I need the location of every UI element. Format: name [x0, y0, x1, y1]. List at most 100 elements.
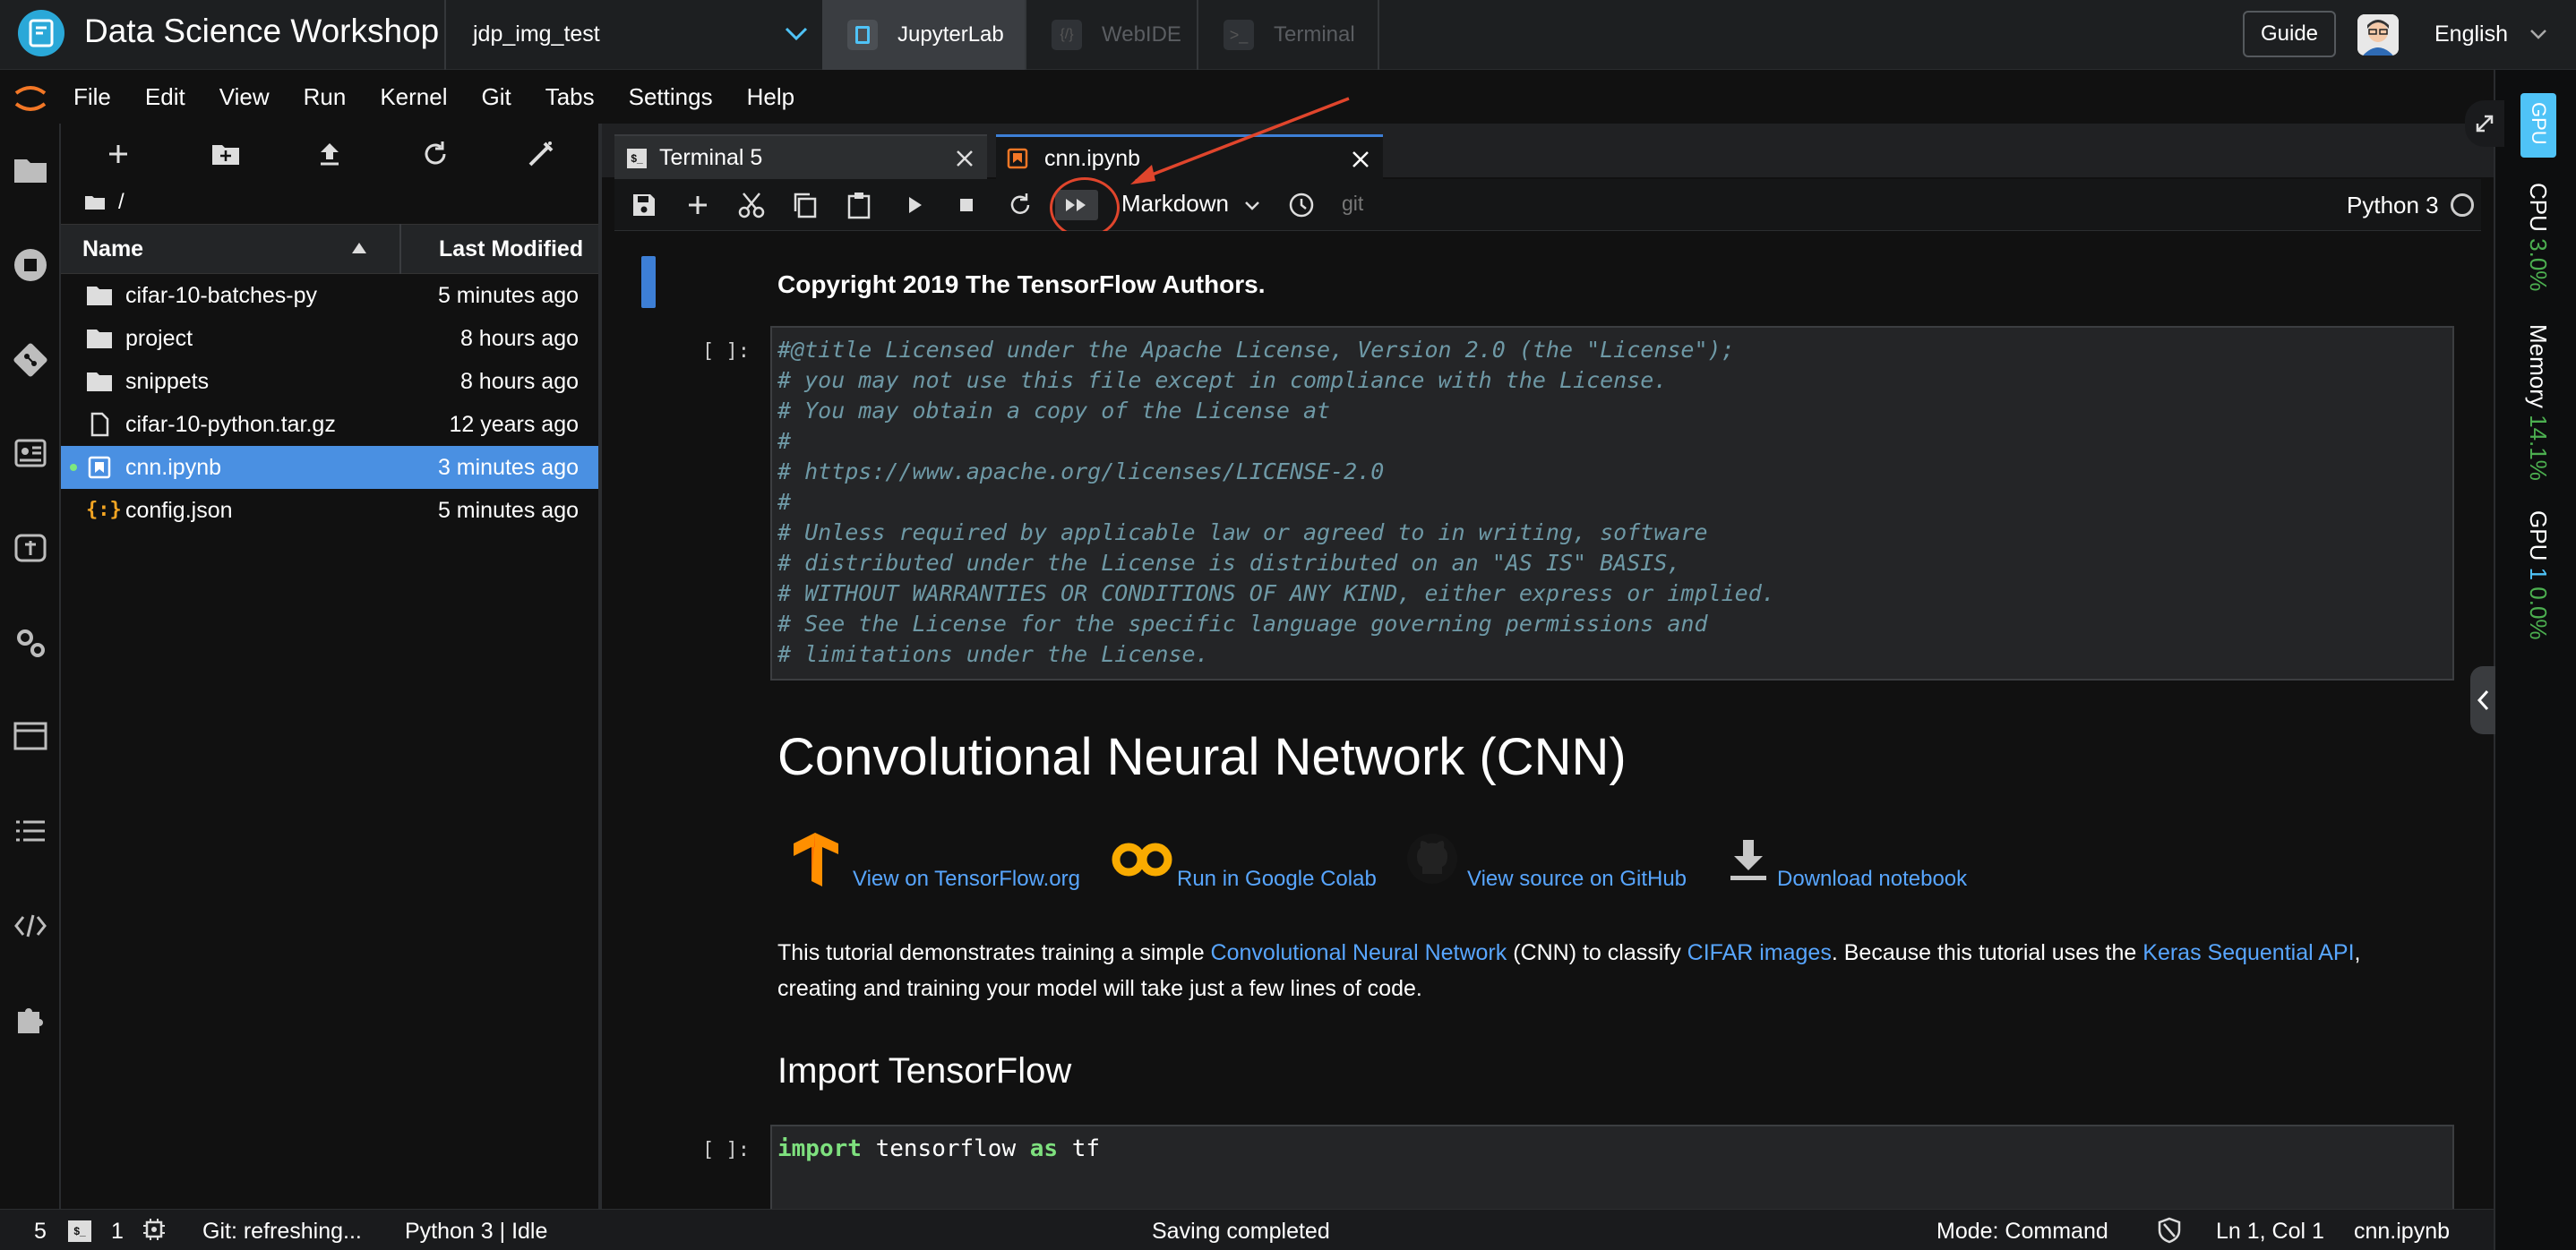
menu-file[interactable]: File	[73, 83, 111, 111]
column-modified-header[interactable]: Last Modified	[439, 236, 583, 262]
project-name[interactable]: jdp_img_test	[473, 21, 600, 47]
annotation-arrow-icon	[1125, 93, 1358, 192]
language-select[interactable]: English	[2434, 21, 2508, 47]
menu-tabs[interactable]: Tabs	[545, 83, 595, 111]
link-cnn[interactable]: Convolutional Neural Network	[1211, 940, 1507, 965]
file-row[interactable]: snippets 8 hours ago	[61, 360, 600, 403]
menu-edit[interactable]: Edit	[145, 83, 185, 111]
git-icon[interactable]	[13, 342, 48, 378]
download-icon[interactable]	[1729, 838, 1768, 881]
cell-type-select[interactable]: Markdown	[1121, 190, 1262, 218]
folder-icon	[84, 193, 106, 211]
clock-icon[interactable]	[1286, 190, 1317, 220]
run-icon[interactable]	[899, 190, 930, 220]
file-row[interactable]: cifar-10-python.tar.gz 12 years ago	[61, 403, 600, 446]
link-download-notebook[interactable]: Download notebook	[1777, 867, 1967, 892]
gpu-badge[interactable]: GPU	[2520, 93, 2556, 158]
extensions-icon[interactable]	[13, 1003, 48, 1039]
git-diff-button[interactable]: git	[1342, 192, 1363, 216]
paste-icon[interactable]	[844, 190, 874, 220]
file-row[interactable]: cnn.ipynb 3 minutes ago	[61, 446, 600, 489]
menu-settings[interactable]: Settings	[629, 83, 713, 111]
code-line: #	[777, 489, 792, 515]
folder-icon[interactable]	[13, 152, 48, 188]
breadcrumb[interactable]: /	[84, 190, 125, 215]
link-view-github[interactable]: View source on GitHub	[1467, 867, 1687, 892]
close-icon[interactable]	[955, 149, 975, 168]
sort-ascending-icon[interactable]	[351, 242, 367, 254]
cursor-position[interactable]: Ln 1, Col 1	[2216, 1219, 2324, 1245]
metric-label: Memory	[2525, 324, 2552, 408]
cut-icon[interactable]	[736, 190, 767, 220]
menu-view[interactable]: View	[219, 83, 270, 111]
terminal-icon: $_	[627, 149, 647, 168]
app-tab-webide[interactable]: {/} WebIDE	[1026, 0, 1197, 70]
tab-terminal-5[interactable]: $_ Terminal 5	[614, 134, 987, 179]
snippets-icon[interactable]	[13, 530, 48, 566]
save-icon[interactable]	[629, 190, 659, 220]
trusted-shield-icon[interactable]	[2157, 1217, 2182, 1244]
add-cell-icon[interactable]	[683, 190, 713, 220]
avatar[interactable]	[2357, 14, 2399, 56]
git-status[interactable]: Git: refreshing...	[202, 1219, 362, 1245]
upload-icon[interactable]	[313, 138, 346, 170]
menu-help[interactable]: Help	[747, 83, 794, 111]
file-row[interactable]: project 8 hours ago	[61, 317, 600, 360]
brand-logo-icon[interactable]	[18, 10, 64, 56]
annotation-circle	[1050, 177, 1120, 238]
tensorflow-logo-icon[interactable]	[788, 831, 844, 890]
keyword: import	[777, 1135, 862, 1162]
intro-paragraph: This tutorial demonstrates training a si…	[777, 935, 2361, 971]
column-name-header[interactable]: Name	[82, 236, 143, 262]
link-keras-sequential[interactable]: Keras Sequential API	[2142, 940, 2354, 965]
link-cifar[interactable]: CIFAR images	[1687, 940, 1832, 965]
column-divider[interactable]	[399, 224, 401, 274]
app-tab-label: JupyterLab	[897, 22, 1004, 47]
app-tab-terminal[interactable]: >_ Terminal	[1198, 0, 1378, 70]
mode-status[interactable]: Mode: Command	[1936, 1219, 2108, 1245]
metric-count: 1	[2525, 567, 2552, 581]
new-launcher-icon[interactable]	[102, 138, 134, 170]
copy-icon[interactable]	[790, 190, 820, 220]
collapse-panel-button[interactable]	[2470, 666, 2495, 734]
file-name: cifar-10-python.tar.gz	[125, 412, 336, 437]
running-indicator	[70, 464, 77, 471]
kernel-name[interactable]: Python 3	[2347, 192, 2439, 219]
expand-icon[interactable]	[2465, 100, 2504, 147]
guide-button[interactable]: Guide	[2243, 11, 2336, 57]
menu-git[interactable]: Git	[481, 83, 511, 111]
breadcrumb-path[interactable]: /	[118, 190, 125, 215]
metric-label: GPU	[2525, 510, 2552, 561]
panel-splitter[interactable]	[598, 124, 602, 1209]
link-view-tensorflow[interactable]: View on TensorFlow.org	[853, 867, 1080, 892]
tabs-icon[interactable]	[13, 718, 48, 754]
table-of-contents-icon[interactable]	[13, 813, 48, 849]
app-tab-jupyterlab[interactable]: JupyterLab	[822, 0, 1025, 70]
chevron-down-icon[interactable]	[2528, 23, 2549, 45]
file-row[interactable]: {:} config.json 5 minutes ago	[61, 489, 600, 532]
kernel-status[interactable]: Python 3 | Idle	[405, 1219, 547, 1245]
stop-icon[interactable]	[951, 190, 982, 220]
restart-kernel-icon[interactable]	[1005, 190, 1035, 220]
git-clone-icon[interactable]	[525, 138, 557, 170]
gear-icon[interactable]	[13, 625, 48, 661]
terminal-count[interactable]: 5	[34, 1219, 47, 1245]
input-prompt: [ ]:	[702, 1139, 750, 1161]
app-title: Data Science Workshop	[84, 13, 440, 49]
menu-run[interactable]: Run	[304, 83, 347, 111]
chevron-down-icon[interactable]	[783, 20, 810, 47]
status-bar: 5 $_ 1 Git: refreshing... Python 3 | Idl…	[0, 1209, 2494, 1250]
data-catalog-icon[interactable]	[13, 435, 48, 471]
refresh-icon[interactable]	[419, 138, 451, 170]
github-logo-icon[interactable]	[1404, 831, 1460, 886]
colab-logo-icon[interactable]	[1111, 840, 1173, 879]
menu-kernel[interactable]: Kernel	[380, 83, 447, 111]
running-kernels-icon[interactable]	[13, 247, 48, 283]
code-icon: {/}	[1052, 20, 1082, 50]
new-folder-icon[interactable]	[210, 138, 242, 170]
code-brackets-icon[interactable]	[13, 908, 48, 944]
file-row[interactable]: cifar-10-batches-py 5 minutes ago	[61, 274, 600, 317]
link-run-colab[interactable]: Run in Google Colab	[1177, 867, 1377, 892]
kernel-count[interactable]: 1	[111, 1219, 124, 1245]
app-tab-label: Terminal	[1274, 22, 1355, 47]
